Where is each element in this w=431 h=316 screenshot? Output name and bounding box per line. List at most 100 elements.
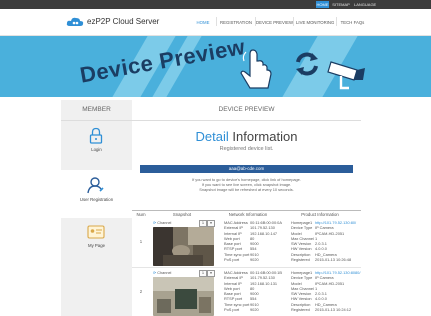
info-key: Internal IP	[224, 280, 242, 286]
column-header: Network Information	[228, 212, 268, 217]
info-key: MAC Address	[224, 270, 248, 275]
row-number: 1	[139, 239, 143, 244]
page-title-rest: Information	[228, 129, 298, 144]
info-key: PoS port	[224, 307, 240, 313]
info-key: Device Type	[291, 225, 313, 231]
info-key: Description	[291, 251, 311, 257]
info-key: Model	[291, 280, 302, 286]
sidebar-item-label: My Page	[88, 243, 105, 248]
id-card-icon	[87, 225, 105, 239]
sidebar-item-user-registration[interactable]: User Registration	[61, 170, 132, 218]
utility-home-link[interactable]: HOME	[316, 1, 329, 8]
info-key: Base port	[224, 291, 241, 297]
row-number: 2	[139, 289, 143, 294]
sidebar-item-my-page[interactable]: My Page	[61, 219, 132, 267]
channel-select-button[interactable]: ▾	[207, 220, 215, 227]
info-key: Description	[291, 301, 311, 307]
info-key: Internal IP	[224, 230, 242, 236]
info-key: SW Version	[291, 241, 312, 247]
info-key: Device Type	[291, 275, 313, 281]
info-key: Base port	[224, 241, 241, 247]
info-key: Time sync port	[224, 301, 250, 307]
user-icon	[87, 177, 104, 194]
info-key: Max Channel	[291, 285, 314, 291]
channel-name: Channel	[157, 271, 172, 275]
info-key: Web port	[224, 235, 240, 241]
info-key: External IP	[224, 275, 244, 281]
page-subtitle: Registered device list.	[219, 146, 274, 152]
cctv-camera-icon	[327, 61, 365, 90]
info-key: HW Version	[291, 296, 312, 302]
content-heading: DEVICE PREVIEW	[132, 100, 361, 121]
notice-line: Snapshot image will be refreshed at ever…	[199, 187, 294, 192]
nav-tech-faqs[interactable]: TECH FAQs	[339, 20, 366, 25]
channel-label: ⟳ Channel	[153, 270, 171, 275]
network-info: MAC Address 00:11:6B:00:00:1B External IP 1…	[224, 270, 282, 313]
sidebar-heading: MEMBER	[61, 100, 132, 121]
nav-divider	[336, 17, 337, 26]
channel-name: Channel	[157, 221, 172, 225]
cloud-logo-icon[interactable]	[66, 16, 84, 28]
info-key: Registered	[291, 307, 310, 313]
sidebar-item-label: Login	[91, 147, 102, 152]
page: HOME SITEMAP LANGUAGE ezP2P Cloud Server…	[0, 0, 431, 316]
brand-name[interactable]: ezP2P Cloud Server	[87, 17, 159, 26]
info-value: IPCAM-HD-2051	[315, 280, 345, 286]
refresh-icon[interactable]: ⟳	[153, 271, 156, 275]
column-header: Snapshot	[172, 212, 192, 217]
member-sidebar: MEMBER Login User Registration My Page	[61, 100, 132, 316]
sidebar-item-label: User Registration	[79, 197, 114, 202]
info-key: SW Version	[291, 291, 312, 297]
column-header: Product Information	[301, 212, 339, 217]
info-key: MAC Address	[224, 220, 248, 225]
info-key: Homepage1	[291, 270, 313, 275]
info-key: Registered	[291, 257, 310, 263]
page-title-accent: Detail	[195, 129, 229, 144]
info-key: Time sync port	[224, 251, 250, 257]
product-info: Homepage1 http://101.79.52.130:80/Device …	[291, 220, 356, 263]
column-header: Num	[136, 212, 146, 217]
nav-registration[interactable]: REGISTRATION	[217, 20, 255, 25]
info-line: PoS port 9020	[224, 307, 259, 313]
info-key: Homepage1	[291, 220, 313, 225]
info-line: Registered 2015-01-13 10:26:48	[291, 257, 351, 263]
channel-prev-button[interactable]: 1	[199, 270, 207, 277]
info-value: IPCAM-HD-2051	[315, 230, 345, 236]
touch-hand-icon	[240, 49, 272, 89]
sidebar-item-login[interactable]: Login	[61, 121, 132, 169]
info-key: Max Channel	[291, 235, 314, 241]
utility-bar: HOME SITEMAP LANGUAGE	[0, 0, 431, 9]
info-key: PoS port	[224, 257, 240, 263]
info-line: Registered 2015-01-13 10:24:12	[291, 307, 351, 313]
info-value: 2015-01-13 10:24:12	[315, 307, 352, 313]
channel-prev-button[interactable]: 1	[199, 220, 207, 227]
utility-language-link[interactable]: LANGUAGE	[354, 1, 376, 8]
lock-icon	[89, 127, 103, 144]
info-value: 2015-01-13 10:26:48	[315, 257, 352, 263]
snapshot-image[interactable]	[153, 227, 214, 266]
info-key: RTSP port	[224, 246, 243, 252]
nav-divider	[255, 17, 256, 26]
nav-device-preview[interactable]: DEVICE PREVIEW	[256, 20, 293, 25]
table-row: 2 ⟳ Channel 1 ▾ MAC Address 00:11:6B:00:0…	[132, 269, 361, 316]
nav-live-monitoring[interactable]: LIVE MONITORING	[296, 20, 334, 25]
nav-divider	[293, 17, 294, 26]
refresh-icon[interactable]: ⟳	[153, 221, 156, 225]
product-info: Homepage1 http://101.79.52.130:8080/Devic…	[291, 270, 360, 313]
channel-label: ⟳ Channel	[153, 220, 171, 225]
channel-select-button[interactable]: ▾	[207, 270, 215, 277]
hero-banner: Device Preview	[0, 36, 431, 97]
info-line: PoS port 9020	[224, 257, 259, 263]
info-key: Model	[291, 230, 302, 236]
nav-home[interactable]: HOME	[190, 20, 216, 25]
nav-divider	[216, 17, 217, 26]
info-key: RTSP port	[224, 296, 243, 302]
refresh-icon	[296, 52, 318, 76]
user-email-bar: aaa@ab-cde.com	[140, 165, 353, 173]
utility-sitemap-link[interactable]: SITEMAP	[332, 1, 350, 8]
table-row: 1 ⟳ Channel 1 ▾ MAC Address 00:11:6B:00:0…	[132, 219, 361, 268]
snapshot-image[interactable]	[153, 277, 214, 316]
info-value: 9020	[250, 307, 259, 313]
info-key: Web port	[224, 285, 240, 291]
info-key: HW Version	[291, 246, 312, 252]
